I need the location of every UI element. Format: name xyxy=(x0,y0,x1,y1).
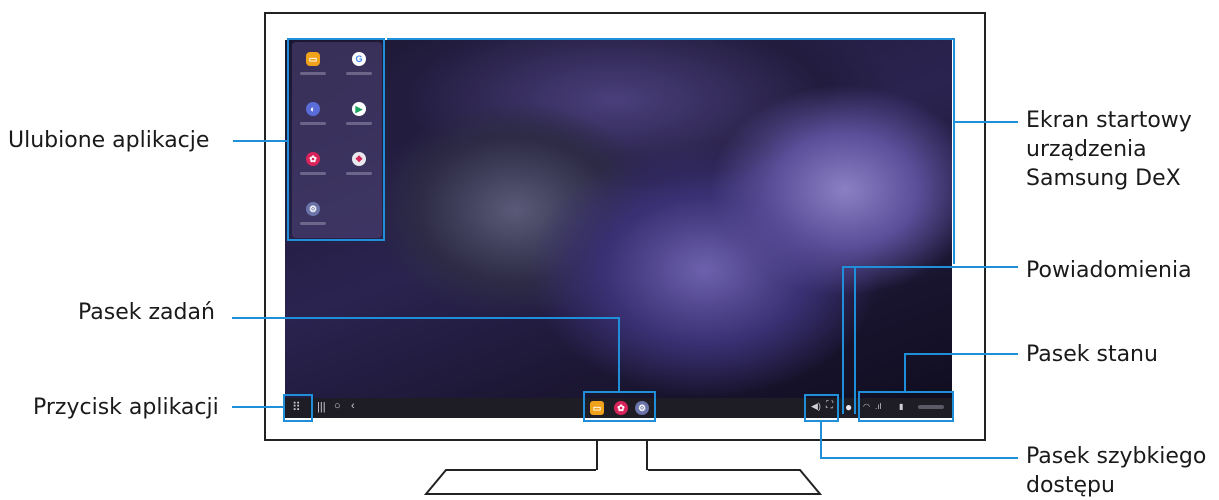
apps-button-connector xyxy=(232,406,284,408)
quick-callout-line1: Pasek szybkiego xyxy=(1026,444,1207,469)
taskbar-connector-h xyxy=(232,317,620,319)
monitor-stand-neck xyxy=(596,440,648,470)
notifications-callout: Powiadomienia xyxy=(1026,258,1192,283)
favorites-connector xyxy=(233,140,289,142)
statusbar-connector-h xyxy=(905,353,1018,355)
home-callout-line3: Samsung DeX xyxy=(1026,166,1181,191)
taskbar-highlight xyxy=(583,391,656,422)
notifications-connector xyxy=(849,266,1018,268)
home-icon[interactable]: ○ xyxy=(334,400,341,412)
notifications-highlight xyxy=(842,266,856,414)
quick-access-highlight xyxy=(804,394,839,422)
back-icon[interactable]: ‹ xyxy=(351,400,355,412)
taskbar-connector-v xyxy=(618,317,620,392)
home-callout-line1: Ekran startowy xyxy=(1026,108,1192,133)
home-screen-callout: Ekran startowy urządzenia Samsung DeX xyxy=(1026,106,1192,193)
quick-callout-line2: dostępu xyxy=(1026,473,1115,498)
home-screen-highlight xyxy=(387,38,955,264)
apps-button-callout: Przycisk aplikacji xyxy=(33,395,219,420)
apps-button-highlight xyxy=(283,394,313,422)
quick-access-callout: Pasek szybkiego dostępu xyxy=(1026,442,1206,500)
quick-connector-h xyxy=(820,457,1018,459)
recent-apps-icon[interactable]: ||| xyxy=(317,401,326,413)
home-connector xyxy=(955,121,1018,123)
favorites-highlight xyxy=(287,38,385,241)
favorites-callout: Ulubione aplikacje xyxy=(8,128,210,153)
statusbar-connector-v xyxy=(904,353,906,392)
quick-connector-v xyxy=(820,421,822,458)
statusbar-highlight xyxy=(858,391,954,422)
statusbar-callout: Pasek stanu xyxy=(1026,342,1158,367)
taskbar-callout: Pasek zadań xyxy=(78,300,215,325)
home-callout-line2: urządzenia xyxy=(1026,137,1147,162)
